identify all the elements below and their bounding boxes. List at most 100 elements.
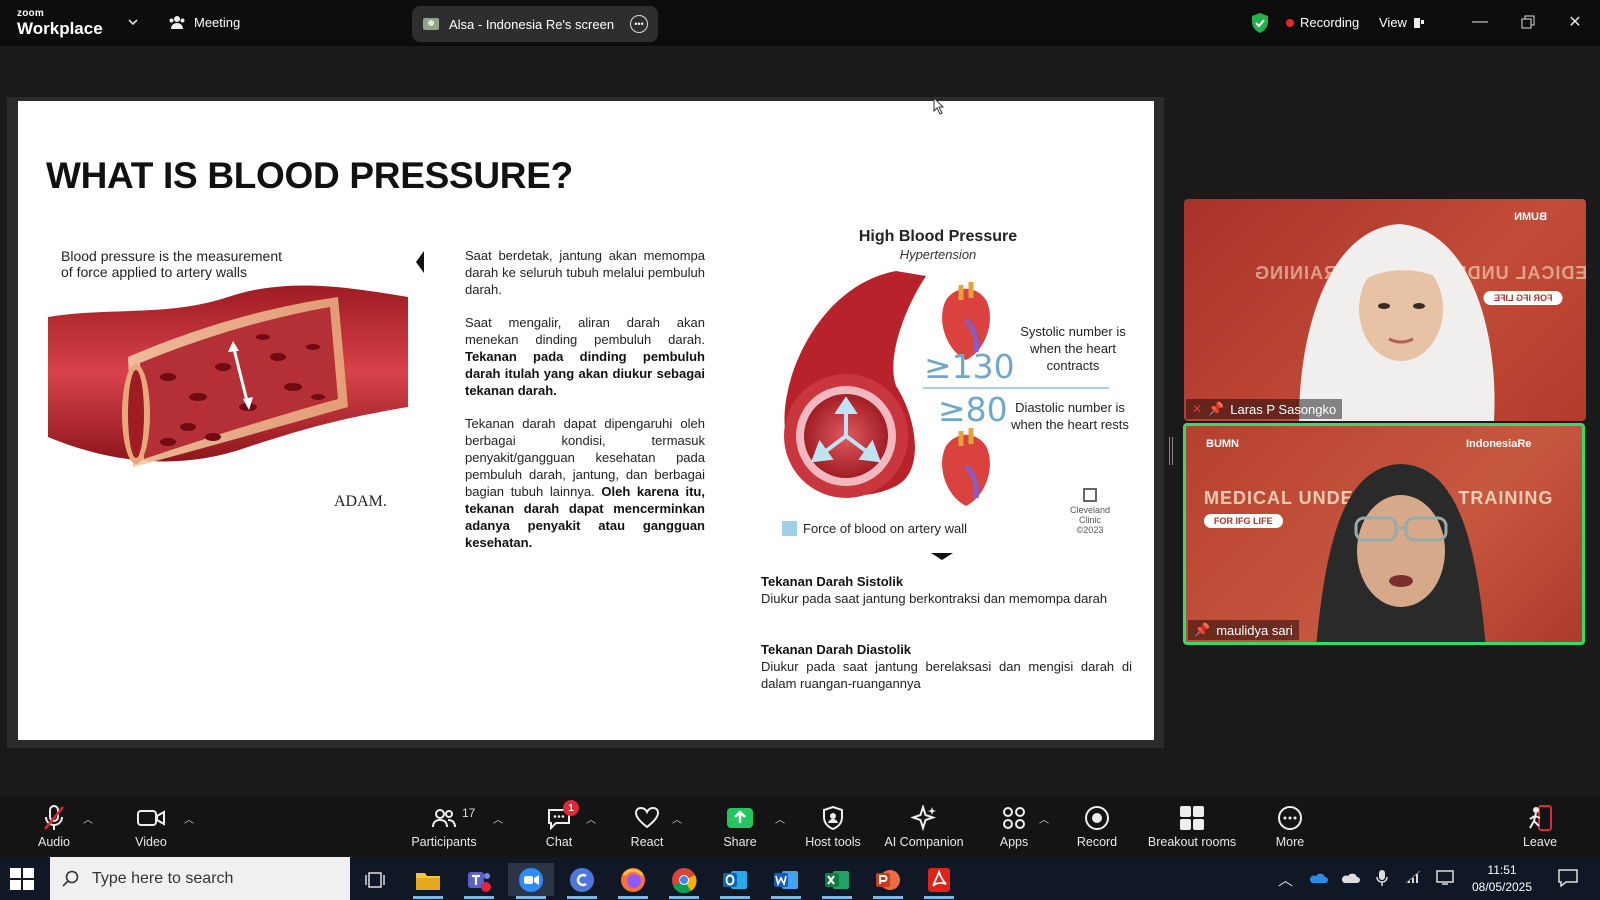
word-icon[interactable] xyxy=(763,863,809,899)
onedrive-icon[interactable] xyxy=(1308,872,1328,884)
chat-options-caret-icon[interactable]: ︿ xyxy=(586,811,596,826)
minimize-icon[interactable]: — xyxy=(1470,12,1490,32)
participants-options-caret-icon[interactable]: ︿ xyxy=(493,811,503,826)
share-button[interactable]: Share xyxy=(692,803,788,849)
participant-tile-1[interactable]: MEDICAL UNDERWRITING TRAINING FOR IFG LI… xyxy=(1184,199,1586,421)
tile1-logo-bumn: BUMN xyxy=(1514,211,1547,223)
tile2-logo-bumn: BUMN xyxy=(1206,438,1239,450)
more-label: More xyxy=(1275,835,1305,849)
breakout-rooms-button[interactable]: Breakout rooms xyxy=(1137,803,1247,849)
more-options-icon[interactable]: ••• xyxy=(630,15,648,33)
share-options-caret-icon[interactable]: ︿ xyxy=(775,811,785,826)
paragraph-2-normal: Saat mengalir, aliran darah akan menekan… xyxy=(465,315,705,347)
audio-options-caret-icon[interactable]: ︿ xyxy=(83,811,93,826)
react-button[interactable]: React xyxy=(599,803,695,849)
systolic-body: Diukur pada saat jantung berkontraksi da… xyxy=(761,591,1108,606)
microphone-tray-icon[interactable] xyxy=(1376,869,1388,887)
systolic-value: ≥130 xyxy=(924,347,1015,386)
chat-button[interactable]: Chat xyxy=(511,803,607,849)
powerpoint-icon[interactable] xyxy=(865,863,911,899)
chrome-icon[interactable] xyxy=(661,863,707,899)
systolic-note: Systolic number is when the heart contra… xyxy=(1020,324,1126,373)
meeting-menu[interactable]: Meeting xyxy=(168,14,240,30)
file-explorer-icon[interactable] xyxy=(405,863,451,899)
participant-nameplate-1: ✕ 📌 Laras P Sasongko xyxy=(1186,399,1343,419)
display-settings-icon[interactable] xyxy=(1436,869,1454,885)
meeting-label: Meeting xyxy=(194,14,241,30)
screen-share-avatar-icon xyxy=(423,18,439,30)
react-options-caret-icon[interactable]: ︿ xyxy=(672,811,682,826)
apps-options-caret-icon[interactable]: ︿ xyxy=(1039,811,1049,826)
task-view-icon[interactable] xyxy=(352,863,398,896)
diastolic-note: Diastolic number is when the heart rests xyxy=(1011,400,1129,432)
security-shield-icon[interactable] xyxy=(1250,12,1270,34)
audio-button[interactable]: Audio xyxy=(6,803,102,849)
systolic-definition: Tekanan Darah Sistolik Diukur pada saat … xyxy=(761,573,1132,607)
wifi-icon[interactable] xyxy=(1404,869,1422,885)
host-tools-button[interactable]: Host tools xyxy=(785,803,881,849)
paragraph-3: Tekanan darah dapat dipengaruhi oleh ber… xyxy=(465,415,705,551)
participants-label: Participants xyxy=(411,835,477,849)
record-button[interactable]: Record xyxy=(1049,803,1145,849)
more-button[interactable]: More xyxy=(1242,803,1338,849)
panel-resize-handle[interactable] xyxy=(1169,437,1173,465)
firefox-icon[interactable] xyxy=(610,863,656,899)
share-screen-icon xyxy=(727,808,753,828)
leave-button[interactable]: Leave xyxy=(1500,803,1580,849)
chevron-down-icon[interactable] xyxy=(126,15,140,29)
audio-label: Audio xyxy=(38,835,70,849)
video-camera-icon xyxy=(137,810,165,826)
notifications-icon[interactable] xyxy=(1558,869,1578,887)
ai-companion-button[interactable]: AI Companion xyxy=(876,803,972,849)
cleveland-line3: ©2023 xyxy=(1076,525,1104,535)
record-icon xyxy=(1085,806,1109,830)
slide-title: WHAT IS BLOOD PRESSURE? xyxy=(46,155,573,196)
hbp-subtitle: Hypertension xyxy=(899,247,977,262)
recording-indicator[interactable]: Recording xyxy=(1286,15,1359,30)
taskbar-search-box[interactable]: Type here to search xyxy=(50,857,350,900)
video-options-caret-icon[interactable]: ︿ xyxy=(184,811,194,826)
outlook-icon[interactable] xyxy=(712,863,758,899)
apps-button[interactable]: Apps xyxy=(966,803,1062,849)
video-button[interactable]: Video xyxy=(103,803,199,849)
left-arrow-marker xyxy=(416,251,424,273)
title-bar: zoom Workplace Meeting Alsa - Indonesia … xyxy=(0,0,1600,46)
clock-date: 08/05/2025 xyxy=(1471,880,1533,894)
teams-icon[interactable] xyxy=(456,863,502,899)
acrobat-icon[interactable] xyxy=(916,863,962,899)
tile2-logo-indonesiare: IndonesiaRe xyxy=(1466,438,1532,450)
heart-bottom xyxy=(942,428,990,506)
legend-swatch xyxy=(782,521,797,536)
view-button[interactable]: View xyxy=(1379,15,1425,30)
zoom-app-icon[interactable] xyxy=(508,863,554,899)
diastolic-definition: Tekanan Darah Diastolik Diukur pada saat… xyxy=(761,641,1132,692)
shared-slide: WHAT IS BLOOD PRESSURE? Blood pressure i… xyxy=(18,101,1154,740)
participants-icon xyxy=(432,809,456,828)
blood-vessel-illustration xyxy=(48,285,408,467)
taskbar-clock[interactable]: 11:51 08/05/2025 xyxy=(1468,862,1536,896)
paragraph-2-bold: Tekanan pada dinding pembuluh darah itul… xyxy=(465,349,705,398)
participant-video-1 xyxy=(1299,224,1495,421)
breakout-rooms-label: Breakout rooms xyxy=(1147,835,1237,849)
view-label: View xyxy=(1379,15,1407,30)
brand-small: zoom xyxy=(17,8,44,19)
apps-grid-icon xyxy=(1003,807,1025,829)
close-icon[interactable]: ✕ xyxy=(1565,12,1585,32)
participants-count: 17 xyxy=(462,806,476,820)
excel-icon[interactable] xyxy=(814,863,860,899)
vessel-caption-line1: Blood pressure is the measurement xyxy=(61,248,282,264)
screen-share-indicator[interactable]: Alsa - Indonesia Re's screen ••• xyxy=(412,6,658,42)
search-placeholder: Type here to search xyxy=(92,869,234,887)
participant-tile-2-active-speaker[interactable]: BUMN IndonesiaRe MEDICAL UNDERWRITING TR… xyxy=(1183,423,1585,645)
cloud-icon[interactable] xyxy=(1340,872,1360,884)
cleveland-clinic-logo-icon xyxy=(1083,488,1097,502)
meeting-toolbar: Audio ︿ Video ︿ Participants 17 ︿ Chat 1… xyxy=(0,797,1600,857)
participants-button[interactable]: Participants xyxy=(396,803,492,849)
windows-start-icon[interactable] xyxy=(10,868,34,890)
canva-icon[interactable] xyxy=(559,863,605,899)
restore-icon[interactable] xyxy=(1518,12,1538,32)
show-hidden-icons-icon[interactable]: ︿ xyxy=(1278,869,1293,890)
leave-label: Leave xyxy=(1522,835,1558,849)
mic-muted-icon xyxy=(44,805,64,830)
muted-mic-icon: ✕ xyxy=(1192,402,1203,416)
